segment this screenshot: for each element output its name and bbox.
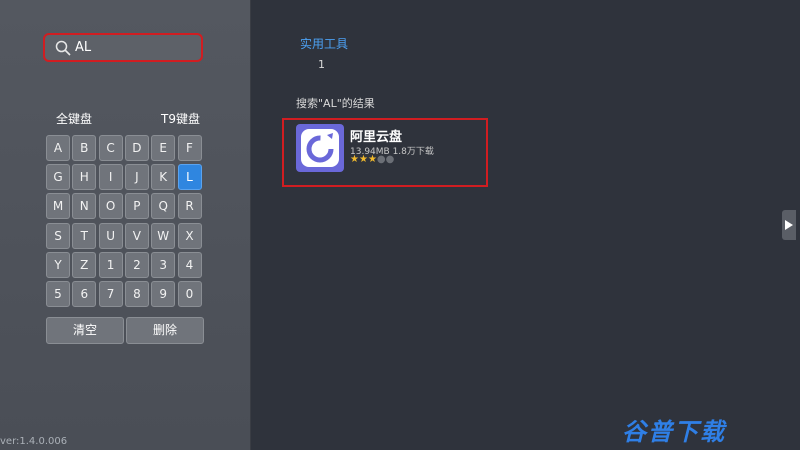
clear-button[interactable]: 清空: [46, 317, 124, 344]
search-input[interactable]: AL: [43, 33, 203, 62]
key-4[interactable]: 4: [177, 251, 202, 278]
key-r[interactable]: R: [177, 193, 202, 220]
key-n[interactable]: N: [72, 193, 97, 220]
key-q[interactable]: Q: [151, 193, 176, 220]
key-8[interactable]: 8: [124, 281, 149, 307]
key-3[interactable]: 3: [151, 251, 176, 278]
key-k[interactable]: K: [151, 164, 176, 191]
key-m[interactable]: M: [46, 193, 70, 220]
key-c[interactable]: C: [98, 135, 123, 161]
category-tab[interactable]: 实用工具: [300, 35, 348, 52]
results-header: 搜索"AL"的结果: [296, 97, 375, 110]
key-s[interactable]: S: [46, 222, 70, 249]
key-y[interactable]: Y: [46, 251, 70, 278]
key-j[interactable]: J: [124, 164, 149, 191]
key-7[interactable]: 7: [98, 281, 123, 307]
key-1[interactable]: 1: [98, 251, 123, 278]
star-filled-icon: ★: [367, 154, 377, 165]
key-d[interactable]: D: [124, 135, 149, 161]
key-6[interactable]: 6: [72, 281, 97, 307]
key-2[interactable]: 2: [124, 251, 149, 278]
search-value: AL: [75, 40, 92, 55]
play-arrow-icon: [785, 220, 793, 230]
app-rating: ★★★●●: [350, 154, 394, 165]
tab-full-keyboard[interactable]: 全键盘: [56, 110, 92, 127]
key-x[interactable]: X: [177, 222, 202, 249]
key-w[interactable]: W: [151, 222, 176, 249]
key-u[interactable]: U: [98, 222, 123, 249]
key-l[interactable]: L: [177, 164, 202, 191]
star-filled-icon: ★: [350, 154, 359, 165]
tab-t9-keyboard[interactable]: T9键盘: [161, 110, 200, 127]
key-9[interactable]: 9: [151, 281, 176, 307]
star-empty-icon: ●: [376, 154, 386, 165]
next-page-button[interactable]: [782, 210, 796, 240]
key-h[interactable]: H: [72, 164, 97, 191]
version-label: ver:1.4.0.006: [0, 436, 68, 447]
key-z[interactable]: Z: [72, 251, 97, 278]
key-g[interactable]: G: [46, 164, 70, 191]
key-p[interactable]: P: [124, 193, 149, 220]
key-f[interactable]: F: [177, 135, 202, 161]
key-b[interactable]: B: [72, 135, 97, 161]
key-v[interactable]: V: [124, 222, 149, 249]
category-count: 1: [318, 58, 325, 71]
watermark: 谷普下载: [622, 418, 726, 446]
key-o[interactable]: O: [98, 193, 123, 220]
key-5[interactable]: 5: [46, 281, 70, 307]
star-empty-icon: ●: [385, 154, 395, 165]
key-e[interactable]: E: [151, 135, 176, 161]
key-i[interactable]: I: [98, 164, 123, 191]
cloud-drive-app-icon: [296, 124, 344, 172]
right-panel: [251, 0, 800, 450]
key-0[interactable]: 0: [177, 281, 202, 307]
key-t[interactable]: T: [72, 222, 97, 249]
delete-button[interactable]: 删除: [126, 317, 204, 344]
app-name: 阿里云盘: [350, 130, 403, 145]
key-a[interactable]: A: [46, 135, 70, 161]
search-icon: [55, 40, 71, 56]
star-filled-icon: ★: [358, 154, 368, 165]
